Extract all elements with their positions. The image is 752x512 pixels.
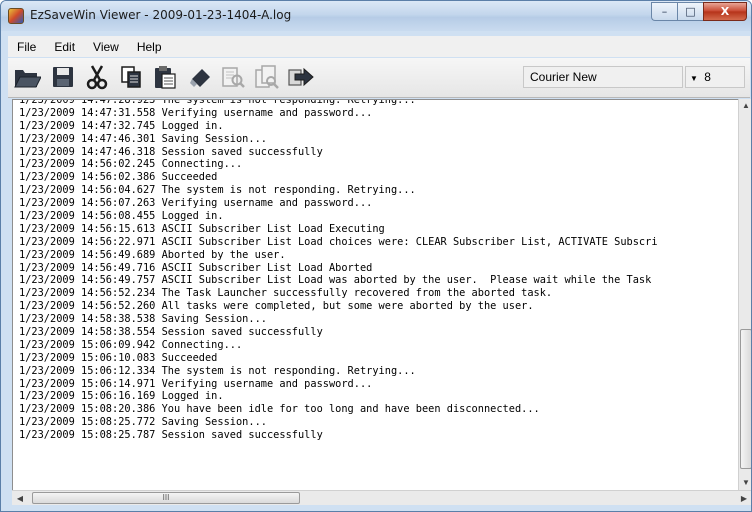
scroll-down-arrow-icon[interactable]: ▼ bbox=[739, 476, 751, 490]
font-size-value: 8 bbox=[704, 70, 711, 84]
export-icon bbox=[288, 67, 314, 87]
window-frame-bottom bbox=[1, 505, 751, 511]
log-line: 1/23/2009 14:58:38.554 Session saved suc… bbox=[19, 326, 323, 339]
log-line: 1/23/2009 15:08:20.386 You have been idl… bbox=[19, 403, 540, 416]
log-line: 1/23/2009 14:56:02.245 Connecting... bbox=[19, 158, 243, 171]
clear-icon bbox=[190, 69, 210, 87]
app-icon[interactable] bbox=[8, 8, 24, 24]
log-line: 1/23/2009 14:56:22.971 ASCII Subscriber … bbox=[19, 235, 658, 248]
log-line: 1/23/2009 14:58:38.538 Saving Session... bbox=[19, 313, 267, 326]
horizontal-scroll-thumb[interactable]: III bbox=[32, 492, 300, 504]
log-line: 1/23/2009 15:08:25.787 Session saved suc… bbox=[19, 429, 323, 442]
export-button[interactable] bbox=[286, 62, 316, 92]
font-name-value: Courier New bbox=[530, 70, 597, 84]
save-button[interactable] bbox=[48, 62, 78, 92]
log-line: 1/23/2009 14:56:15.613 ASCII Subscriber … bbox=[19, 222, 385, 235]
log-line: 1/23/2009 14:47:31.558 Verifying usernam… bbox=[19, 106, 373, 119]
scroll-left-arrow-icon[interactable]: ◀ bbox=[12, 491, 28, 506]
horizontal-scrollbar[interactable]: ◀ III ▶ bbox=[12, 490, 751, 506]
log-line: 1/23/2009 14:47:32.745 Logged in. bbox=[19, 119, 224, 132]
vertical-scrollbar[interactable]: ▲ ▼ bbox=[738, 99, 751, 490]
menu-edit[interactable]: Edit bbox=[45, 40, 84, 54]
open-icon bbox=[14, 70, 41, 88]
log-line: 1/23/2009 14:47:46.318 Session saved suc… bbox=[19, 145, 323, 158]
close-button[interactable]: X bbox=[703, 2, 747, 21]
scroll-grip: III bbox=[162, 493, 170, 502]
log-line: 1/23/2009 14:56:02.386 Succeeded bbox=[19, 171, 218, 184]
vertical-scroll-thumb[interactable] bbox=[740, 329, 751, 469]
log-line: 1/23/2009 14:56:49.716 ASCII Subscriber … bbox=[19, 261, 373, 274]
open-button[interactable] bbox=[12, 62, 42, 92]
log-line: 1/23/2009 14:56:52.234 The Task Launcher… bbox=[19, 287, 553, 300]
app-window: EzSaveWin Viewer - 2009-01-23-1404-A.log… bbox=[0, 0, 752, 512]
log-line: 1/23/2009 14:47:28.923 The system is not… bbox=[19, 99, 416, 106]
clear-button[interactable] bbox=[186, 62, 216, 92]
find-button[interactable] bbox=[218, 62, 248, 92]
log-line: 1/23/2009 14:56:07.263 Verifying usernam… bbox=[19, 197, 373, 210]
log-text-area[interactable]: 1/23/2009 14:47:28.923 The system is not… bbox=[12, 99, 738, 490]
menu-bar: File Edit View Help bbox=[8, 36, 750, 57]
menu-file[interactable]: File bbox=[8, 40, 45, 54]
copy-icon bbox=[121, 66, 141, 88]
maximize-button[interactable]: □ bbox=[677, 2, 703, 21]
copy-button[interactable] bbox=[116, 62, 146, 92]
scroll-right-arrow-icon[interactable]: ▶ bbox=[736, 491, 751, 506]
title-bar[interactable]: EzSaveWin Viewer - 2009-01-23-1404-A.log… bbox=[1, 1, 751, 31]
log-line: 1/23/2009 14:56:52.260 All tasks were co… bbox=[19, 300, 534, 313]
log-line: 1/23/2009 14:56:49.757 ASCII Subscriber … bbox=[19, 274, 652, 287]
font-name-dropdown-icon[interactable]: ▼ bbox=[690, 74, 698, 83]
cut-icon bbox=[86, 65, 108, 90]
save-icon bbox=[53, 67, 73, 87]
paste-button[interactable] bbox=[150, 62, 180, 92]
paste-icon bbox=[155, 66, 176, 89]
log-line: 1/23/2009 15:06:12.334 The system is not… bbox=[19, 364, 416, 377]
log-line: 1/23/2009 14:47:46.301 Saving Session... bbox=[19, 132, 267, 145]
find-icon bbox=[222, 67, 245, 88]
log-line: 1/23/2009 15:08:25.772 Saving Session... bbox=[19, 416, 267, 429]
font-size-select[interactable]: ▼ 8 bbox=[685, 66, 745, 88]
log-line: 1/23/2009 15:06:09.942 Connecting... bbox=[19, 338, 243, 351]
log-line: 1/23/2009 14:56:08.455 Logged in. bbox=[19, 210, 224, 223]
log-line: 1/23/2009 15:06:14.971 Verifying usernam… bbox=[19, 377, 373, 390]
menu-help[interactable]: Help bbox=[128, 40, 171, 54]
scroll-up-arrow-icon[interactable]: ▲ bbox=[739, 99, 751, 113]
log-line: 1/23/2009 15:06:16.169 Logged in. bbox=[19, 390, 224, 403]
find-next-button[interactable] bbox=[252, 62, 282, 92]
log-line: 1/23/2009 14:56:04.627 The system is not… bbox=[19, 184, 416, 197]
log-lines: 1/23/2009 14:47:28.923 The system is not… bbox=[19, 99, 658, 442]
minimize-button[interactable]: – bbox=[651, 2, 677, 21]
caption-buttons: – □ X bbox=[651, 2, 747, 22]
toolbar: Courier New ▼ 8 bbox=[8, 58, 750, 98]
font-name-select[interactable]: Courier New bbox=[523, 66, 683, 88]
find-next-icon bbox=[255, 65, 279, 89]
menu-view[interactable]: View bbox=[84, 40, 128, 54]
window-title: EzSaveWin Viewer - 2009-01-23-1404-A.log bbox=[30, 8, 292, 22]
log-line: 1/23/2009 15:06:10.083 Succeeded bbox=[19, 351, 218, 364]
log-line: 1/23/2009 14:56:49.689 Aborted by the us… bbox=[19, 248, 286, 261]
cut-button[interactable] bbox=[82, 62, 112, 92]
